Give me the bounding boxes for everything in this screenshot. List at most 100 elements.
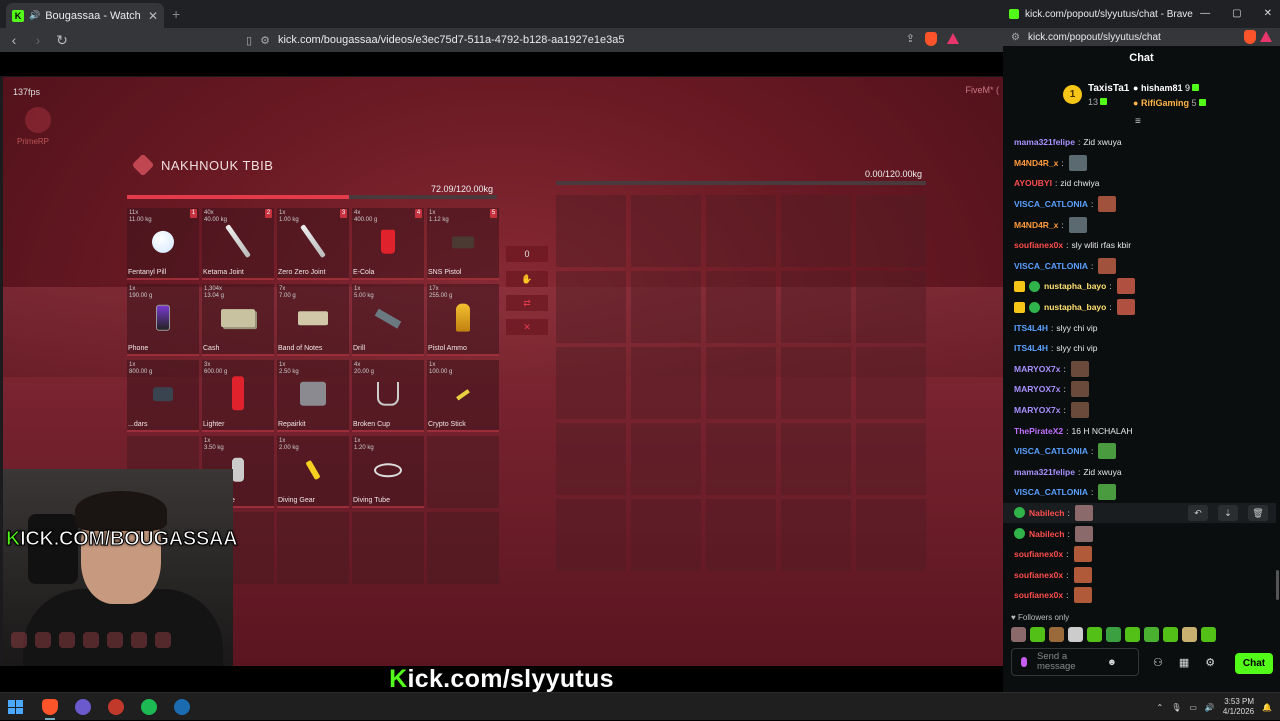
notification-icon[interactable]: 🔔 [1262, 703, 1272, 712]
give-button[interactable]: ⇄ [506, 295, 548, 311]
chat-message[interactable]: nustapha_bayo: [1014, 297, 1276, 318]
ground-slot[interactable] [706, 271, 776, 343]
chat-input[interactable]: Send a message ☻ [1011, 648, 1139, 676]
reply-icon[interactable]: ↶ [1188, 505, 1208, 521]
chat-username[interactable]: soufianex0x [1014, 240, 1063, 250]
ground-slot[interactable] [706, 347, 776, 419]
steam-taskbar-icon[interactable] [174, 699, 190, 715]
ground-slot[interactable] [631, 347, 701, 419]
chat-username[interactable]: MARYOX7x [1014, 405, 1060, 415]
inventory-slot[interactable]: 1x190.00 gPhone [127, 284, 199, 356]
chat-message[interactable]: MARYOX7x: [1014, 379, 1276, 400]
inventory-slot[interactable]: 1x5.00 kgDrill [352, 284, 424, 356]
brave-rewards-icon[interactable] [947, 33, 959, 44]
ground-slot[interactable] [856, 271, 926, 343]
chat-username[interactable]: Nabilech [1029, 508, 1064, 518]
ground-slot[interactable] [781, 347, 851, 419]
chat-username[interactable]: nustapha_bayo [1044, 281, 1106, 291]
app-taskbar-icon[interactable] [75, 699, 91, 715]
tray-chevron-icon[interactable]: ⌃ [1157, 703, 1164, 712]
emote-icon[interactable] [1049, 627, 1064, 642]
site-info-icon[interactable]: ⚙ [260, 34, 270, 47]
delete-icon[interactable]: 🗑 [1248, 505, 1268, 521]
inventory-slot[interactable]: 1x100.00 gCrypto Stick [427, 360, 499, 432]
chat-message[interactable]: M4ND4R_x: [1014, 153, 1276, 174]
new-tab-button[interactable]: + [172, 6, 180, 22]
chat-username[interactable]: M4ND4R_x [1014, 158, 1058, 168]
inventory-slot[interactable]: 7x7.00 gBand of Notes [277, 284, 349, 356]
microphone-icon[interactable]: 🎙 [1171, 703, 1181, 712]
inventory-slot[interactable]: 4x400.00 g4E-Cola [352, 208, 424, 280]
chat-username[interactable]: VISCA_CATLONIA [1014, 446, 1088, 456]
chat-message[interactable]: mama321felipe:Zid xwuya [1014, 132, 1276, 153]
chat-message[interactable]: soufianex0x: [1014, 564, 1276, 585]
inventory-slot-empty[interactable] [352, 512, 424, 584]
chat-message[interactable]: ITS4L4H:slyy chi vip [1014, 338, 1276, 359]
ground-slot[interactable] [781, 423, 851, 495]
chat-message[interactable]: MARYOX7x: [1014, 400, 1276, 421]
chat-message[interactable]: soufianex0x:sly wliti rfas kbir [1014, 235, 1276, 256]
pin-icon[interactable]: ⇣ [1218, 505, 1238, 521]
chrome-taskbar-icon[interactable] [108, 699, 124, 715]
chat-username[interactable]: VISCA_CATLONIA [1014, 261, 1088, 271]
emote-icon[interactable] [1201, 627, 1216, 642]
bookmark-icon[interactable]: ▯ [246, 34, 252, 47]
store-icon[interactable]: ▦ [1179, 656, 1189, 669]
network-icon[interactable]: ▭ [1189, 703, 1197, 712]
brave-shield-icon[interactable] [1244, 30, 1256, 44]
chat-username[interactable]: mama321felipe [1014, 137, 1075, 147]
chat-message[interactable]: VISCA_CATLONIA: [1014, 482, 1276, 503]
chat-message[interactable]: M4ND4R_x: [1014, 214, 1276, 235]
chat-username[interactable]: AYOUBYI [1014, 178, 1052, 188]
leader-name[interactable]: RifiGaming [1141, 98, 1189, 108]
brave-rewards-icon[interactable] [1260, 31, 1272, 42]
users-icon[interactable]: ⚇ [1153, 656, 1163, 669]
chat-address-bar[interactable]: ⚙ kick.com/popout/slyyutus/chat [1003, 28, 1280, 46]
ground-slot[interactable] [781, 499, 851, 571]
ground-slot[interactable] [781, 271, 851, 343]
chat-username[interactable]: ThePirateX2 [1014, 426, 1063, 436]
use-button[interactable]: ✋ [506, 271, 548, 287]
emote-icon[interactable] [1163, 627, 1178, 642]
chat-username[interactable]: soufianex0x [1014, 549, 1063, 559]
site-info-icon[interactable]: ⚙ [1011, 32, 1020, 43]
chat-username[interactable]: ITS4L4H [1014, 323, 1048, 333]
forward-icon[interactable]: › [28, 32, 48, 48]
chat-message[interactable]: mama321felipe:Zid xwuya [1014, 462, 1276, 483]
ground-slot[interactable] [556, 347, 626, 419]
emote-icon[interactable] [1087, 627, 1102, 642]
inventory-slot[interactable]: 17x255.00 gPistol Ammo [427, 284, 499, 356]
emote-icon[interactable] [1030, 627, 1045, 642]
ground-slot[interactable] [856, 423, 926, 495]
minimize-icon[interactable]: — [1200, 8, 1210, 19]
inventory-slot-empty[interactable] [277, 512, 349, 584]
ground-slot[interactable] [556, 271, 626, 343]
amount-input[interactable]: 0 [506, 246, 548, 262]
chat-message[interactable]: Nabilech:↶⇣🗑 [1003, 503, 1276, 524]
send-chat-button[interactable]: Chat [1235, 653, 1273, 674]
chat-scrollbar[interactable] [1276, 570, 1279, 600]
chat-username[interactable]: nustapha_bayo [1044, 302, 1106, 312]
address-bar[interactable]: ▯ ⚙ kick.com/bougassaa/videos/e3ec75d7-5… [246, 30, 966, 50]
ground-slot[interactable] [856, 347, 926, 419]
reload-icon[interactable]: ↻ [52, 32, 72, 49]
chat-username[interactable]: VISCA_CATLONIA [1014, 199, 1088, 209]
inventory-slot[interactable]: 11x11.00 kg1Fentanyl Pill [127, 208, 199, 280]
volume-icon[interactable]: 🔊 [1205, 703, 1215, 712]
inventory-slot-empty[interactable] [427, 512, 499, 584]
inventory-slot[interactable]: 1x1.00 kg3Zero Zero Joint [277, 208, 349, 280]
chat-message[interactable]: AYOUBYI:zid chwiya [1014, 173, 1276, 194]
ground-slot[interactable] [556, 195, 626, 267]
ground-slot[interactable] [631, 423, 701, 495]
ground-slot[interactable] [556, 423, 626, 495]
inventory-slot[interactable]: 1x2.50 kgRepairkit [277, 360, 349, 432]
chat-message[interactable]: Nabilech: [1014, 523, 1276, 544]
brave-shield-icon[interactable] [925, 32, 937, 46]
ground-slot[interactable] [781, 195, 851, 267]
share-icon[interactable]: ⇪ [906, 32, 915, 46]
ground-slot[interactable] [631, 195, 701, 267]
ground-slot[interactable] [706, 499, 776, 571]
chat-username[interactable]: mama321felipe [1014, 467, 1075, 477]
chat-message[interactable]: nustapha_bayo: [1014, 276, 1276, 297]
emote-icon[interactable] [1125, 627, 1140, 642]
